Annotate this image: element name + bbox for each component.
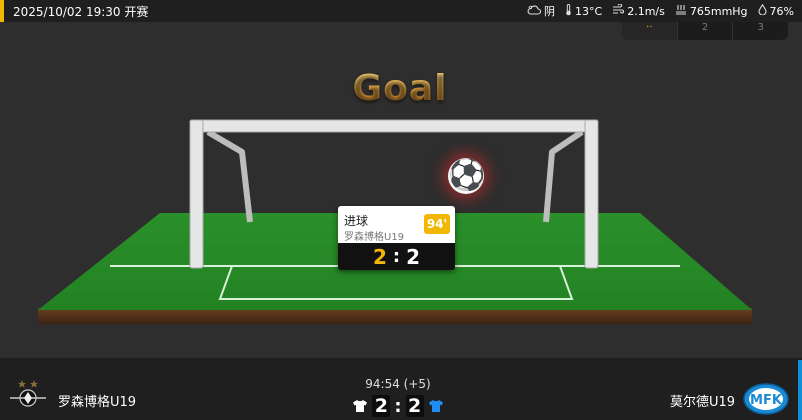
event-team: 罗森博格U19 (344, 232, 405, 243)
weather-condition-text: 阴 (544, 5, 556, 18)
weather-info: 阴 13°C 2.1m/s 765mmHg 76% (527, 3, 794, 19)
tab-3[interactable]: 3 (732, 22, 788, 40)
tab-2-label: 2 (701, 22, 709, 33)
weather-wind: 2.1m/s (612, 3, 665, 18)
home-team-name[interactable]: 罗森博格U19 (58, 391, 136, 410)
weather-condition: 阴 (527, 3, 555, 19)
football-icon: ⚽ (448, 158, 486, 194)
pitch-soil-edge (38, 308, 752, 324)
weather-temperature: 13°C (565, 3, 603, 19)
match-live-page: 2025/10/02 19:30 开赛 阴 13°C 2.1m/s 765mmH… (0, 0, 802, 420)
goal-support-right (543, 129, 584, 223)
wind-icon (612, 3, 625, 18)
tab-2[interactable]: 2 (676, 22, 733, 40)
event-minute-badge: 94' (424, 214, 450, 234)
away-team-logo: MFK (742, 382, 790, 416)
event-score-away: 2 (406, 244, 421, 269)
cloudy-icon (527, 4, 542, 18)
match-clock: 94:54 (+5) (365, 377, 431, 391)
home-shirt-icon (353, 400, 368, 412)
home-score: 2 (372, 395, 391, 417)
match-start-time: 2025/10/02 19:30 开赛 (13, 5, 149, 19)
away-shirt-icon (428, 400, 443, 412)
event-card: 进球 罗森博格U19 94' 2 : 2 (338, 206, 455, 270)
goal-crossbar (189, 119, 599, 133)
weather-pressure: 765mmHg (675, 4, 748, 18)
home-team-logo (8, 378, 48, 408)
view-tabs: ·· 2 3 (622, 22, 788, 40)
event-card-header: 进球 罗森博格U19 94' (338, 206, 455, 243)
humidity-icon (757, 3, 767, 18)
event-card-score: 2 : 2 (338, 243, 455, 270)
temperature-value: 13°C (575, 4, 603, 18)
event-type: 进球 (344, 214, 369, 228)
animation-stage: Goal ⚽ 进球 罗森博格U19 94' 2 : 2 (0, 40, 802, 358)
goal-title: Goal (348, 68, 452, 109)
thermometer-icon (565, 3, 572, 19)
bottom-score: 2 : 2 (348, 393, 448, 419)
away-logo-text: MFK (750, 393, 783, 408)
accent-strip (0, 0, 4, 22)
tab-1[interactable]: ·· (622, 22, 677, 40)
pressure-icon (675, 4, 687, 18)
event-score-home: 2 (372, 244, 387, 269)
goal-support-left (206, 129, 253, 223)
pressure-value: 765mmHg (689, 4, 748, 18)
humidity-value: 76% (769, 4, 794, 18)
goal-post-left (189, 119, 204, 269)
event-score-separator: : (392, 246, 401, 267)
away-accent-strip (798, 360, 802, 420)
wind-value: 2.1m/s (627, 4, 665, 18)
weather-humidity: 76% (757, 3, 794, 18)
tab-3-label: 3 (757, 22, 764, 33)
goal-post-right (584, 119, 599, 269)
score-separator: : (394, 395, 402, 417)
away-team-name[interactable]: 莫尔德U19 (670, 391, 735, 410)
tab-1-label: ·· (646, 22, 653, 33)
top-bar: 2025/10/02 19:30 开赛 阴 13°C 2.1m/s 765mmH… (0, 0, 802, 22)
away-score: 2 (405, 395, 424, 417)
